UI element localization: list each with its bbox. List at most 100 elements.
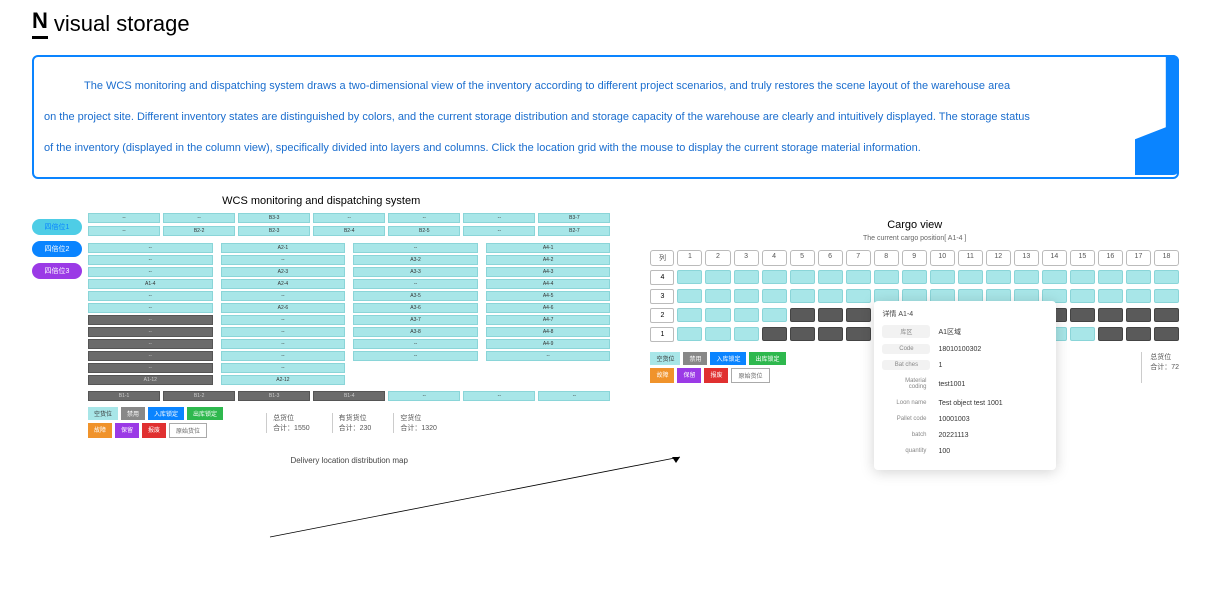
grid-cell[interactable]: -- <box>88 267 213 277</box>
cargo-slot[interactable] <box>1154 270 1179 284</box>
cargo-slot[interactable] <box>846 327 871 341</box>
cargo-slot[interactable] <box>958 270 983 284</box>
cargo-slot[interactable] <box>734 270 759 284</box>
grid-cell[interactable]: A3-7 <box>353 315 478 325</box>
cargo-slot[interactable] <box>1126 289 1151 303</box>
grid-cell[interactable]: B1-4 <box>313 391 385 401</box>
cargo-slot[interactable] <box>1154 308 1179 322</box>
grid-cell[interactable]: -- <box>88 303 213 313</box>
cargo-slot[interactable] <box>1070 270 1095 284</box>
col-header[interactable]: 5 <box>790 250 815 266</box>
col-header[interactable]: 1 <box>677 250 702 266</box>
grid-cell[interactable]: -- <box>221 351 346 361</box>
grid-cell[interactable]: -- <box>163 213 235 223</box>
grid-cell[interactable]: -- <box>221 315 346 325</box>
grid-cell[interactable]: B3-7 <box>538 213 610 223</box>
grid-cell[interactable]: A4-6 <box>486 303 611 313</box>
cargo-slot[interactable] <box>677 327 702 341</box>
grid-cell[interactable]: -- <box>538 391 610 401</box>
grid-cell[interactable]: A4-9 <box>486 339 611 349</box>
cargo-slot[interactable] <box>930 270 955 284</box>
col-header[interactable]: 13 <box>1014 250 1039 266</box>
cargo-slot[interactable] <box>705 327 730 341</box>
cargo-slot[interactable] <box>1126 327 1151 341</box>
grid-cell[interactable]: B2-2 <box>163 226 235 236</box>
grid-cell[interactable]: -- <box>353 351 478 361</box>
grid-cell[interactable]: A2-4 <box>221 279 346 289</box>
col-header[interactable]: 4 <box>762 250 787 266</box>
grid-cell[interactable]: B2-4 <box>313 226 385 236</box>
cargo-slot[interactable] <box>1014 270 1039 284</box>
cargo-slot[interactable] <box>1042 270 1067 284</box>
grid-cell[interactable]: A4-4 <box>486 279 611 289</box>
grid-cell[interactable]: A4-1 <box>486 243 611 253</box>
cargo-slot[interactable] <box>986 270 1011 284</box>
grid-cell[interactable]: B1-1 <box>88 391 160 401</box>
pill-2[interactable]: 四倍位2 <box>32 241 82 257</box>
grid-cell[interactable]: -- <box>388 213 460 223</box>
cargo-slot[interactable] <box>1070 289 1095 303</box>
grid-cell[interactable]: A1-12 <box>88 375 213 385</box>
cargo-slot[interactable] <box>705 289 730 303</box>
grid-cell[interactable]: -- <box>88 363 213 373</box>
cargo-slot[interactable] <box>790 327 815 341</box>
col-header[interactable]: 12 <box>986 250 1011 266</box>
cargo-slot[interactable] <box>762 327 787 341</box>
grid-cell[interactable]: -- <box>313 213 385 223</box>
cargo-slot[interactable] <box>846 308 871 322</box>
col-header[interactable]: 11 <box>958 250 983 266</box>
grid-cell[interactable]: -- <box>463 391 535 401</box>
cargo-slot[interactable] <box>1098 270 1123 284</box>
cargo-slot[interactable] <box>874 270 899 284</box>
cargo-slot[interactable] <box>902 270 927 284</box>
cargo-slot[interactable] <box>1154 289 1179 303</box>
col-header[interactable]: 16 <box>1098 250 1123 266</box>
cargo-slot[interactable] <box>790 289 815 303</box>
cargo-slot[interactable] <box>762 289 787 303</box>
col-header[interactable]: 14 <box>1042 250 1067 266</box>
grid-cell[interactable]: -- <box>486 351 611 361</box>
grid-cell[interactable]: -- <box>88 226 160 236</box>
grid-cell[interactable]: A4-3 <box>486 267 611 277</box>
col-header[interactable]: 15 <box>1070 250 1095 266</box>
grid-cell[interactable]: -- <box>221 339 346 349</box>
cargo-slot[interactable] <box>1098 327 1123 341</box>
grid-cell[interactable]: A4-8 <box>486 327 611 337</box>
grid-cell[interactable]: B2-3 <box>238 226 310 236</box>
cargo-slot[interactable] <box>846 270 871 284</box>
grid-cell[interactable]: A3-2 <box>353 255 478 265</box>
grid-cell[interactable]: A3-8 <box>353 327 478 337</box>
cargo-slot[interactable] <box>790 270 815 284</box>
grid-cell[interactable]: B3-3 <box>238 213 310 223</box>
grid-cell[interactable]: -- <box>353 243 478 253</box>
grid-cell[interactable]: B1-2 <box>163 391 235 401</box>
grid-cell[interactable]: -- <box>221 327 346 337</box>
grid-cell[interactable]: -- <box>88 291 213 301</box>
col-header[interactable]: 6 <box>818 250 843 266</box>
cargo-slot[interactable] <box>705 270 730 284</box>
cargo-slot[interactable] <box>677 308 702 322</box>
grid-cell[interactable]: -- <box>221 291 346 301</box>
grid-cell[interactable]: A2-3 <box>221 267 346 277</box>
cargo-slot[interactable] <box>734 327 759 341</box>
cargo-slot[interactable] <box>705 308 730 322</box>
grid-cell[interactable]: -- <box>353 339 478 349</box>
grid-cell[interactable]: B2-7 <box>538 226 610 236</box>
cargo-slot[interactable] <box>818 308 843 322</box>
grid-cell[interactable]: -- <box>463 226 535 236</box>
grid-cell[interactable]: A2-1 <box>221 243 346 253</box>
grid-cell[interactable]: A3-3 <box>353 267 478 277</box>
cargo-slot[interactable] <box>1098 289 1123 303</box>
cargo-slot[interactable] <box>762 270 787 284</box>
col-header[interactable]: 10 <box>930 250 955 266</box>
grid-cell[interactable]: -- <box>88 213 160 223</box>
cargo-slot[interactable] <box>1098 308 1123 322</box>
grid-cell[interactable]: A2-12 <box>221 375 346 385</box>
col-header[interactable]: 8 <box>874 250 899 266</box>
grid-cell[interactable]: -- <box>88 243 213 253</box>
col-header[interactable]: 9 <box>902 250 927 266</box>
col-header[interactable]: 18 <box>1154 250 1179 266</box>
cargo-slot[interactable] <box>1070 308 1095 322</box>
cargo-slot[interactable] <box>762 308 787 322</box>
cargo-slot[interactable] <box>1154 327 1179 341</box>
